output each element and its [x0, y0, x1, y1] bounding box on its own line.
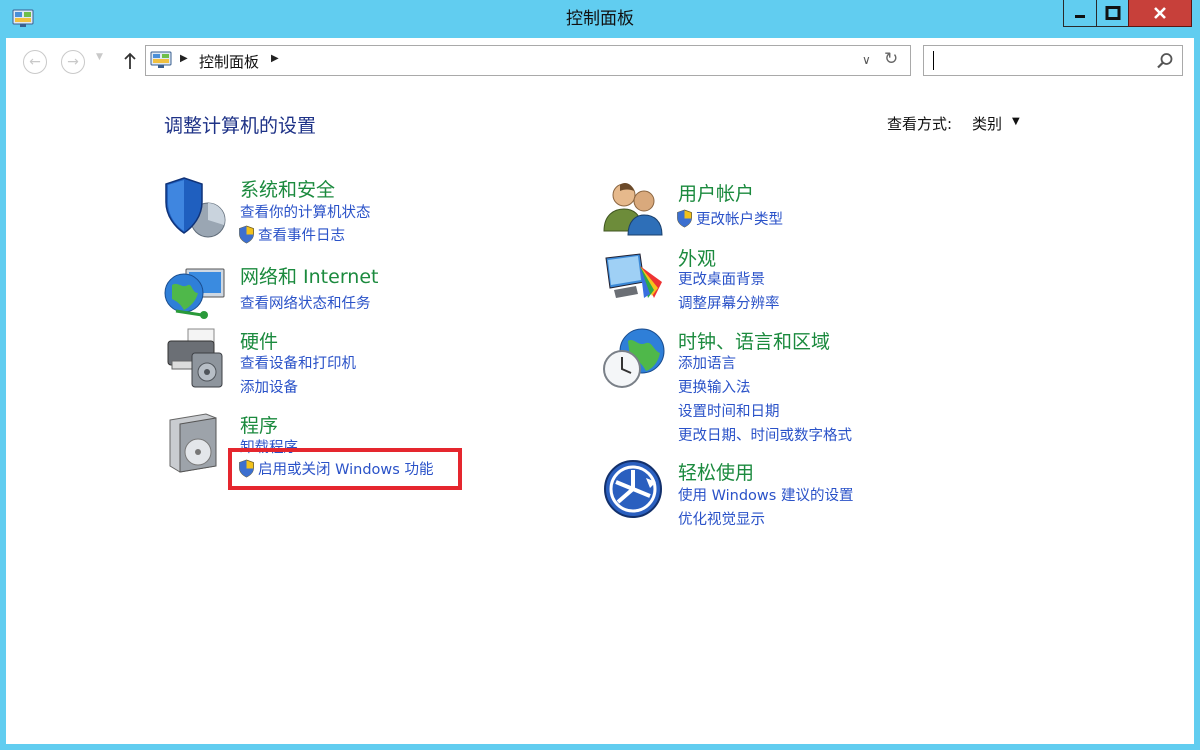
minimize-button[interactable]	[1063, 0, 1096, 27]
address-bar[interactable]: ▶ 控制面板 ▶ ∨ ↻	[145, 45, 911, 76]
navigation-bar: ← → ▼ ▶ 控制面板 ▶ ∨ ↻	[6, 38, 1194, 84]
link-uninstall-program[interactable]: 卸载程序	[240, 436, 298, 457]
uac-shield-icon	[239, 225, 254, 244]
link-optimize-visual-display[interactable]: 优化视觉显示	[678, 508, 765, 529]
link-view-event-logs[interactable]: 查看事件日志	[238, 224, 345, 245]
hardware-printer-icon[interactable]	[162, 327, 230, 389]
network-globe-icon[interactable]	[162, 263, 230, 323]
maximize-button[interactable]	[1096, 0, 1128, 27]
up-arrow-icon	[124, 52, 136, 69]
forward-arrow-icon: →	[67, 54, 79, 70]
title-bar[interactable]: 控制面板	[0, 0, 1200, 38]
breadcrumb-expand-icon[interactable]: ▶	[271, 53, 279, 64]
window-bottom-border	[0, 744, 1200, 750]
close-icon	[1154, 7, 1166, 19]
link-label: 更改桌面背景	[678, 272, 765, 288]
back-button[interactable]: ←	[23, 50, 47, 74]
category-title-network-internet[interactable]: 网络和 Internet	[240, 262, 378, 289]
category-title-ease-of-access[interactable]: 轻松使用	[678, 458, 754, 485]
view-by-label: 查看方式:	[887, 115, 953, 133]
search-input[interactable]	[936, 49, 1136, 72]
minimize-icon	[1075, 15, 1085, 18]
link-turn-windows-features-on-off[interactable]: 启用或关闭 Windows 功能	[238, 458, 433, 479]
link-label: 查看设备和打印机	[240, 356, 356, 372]
system-security-shield-icon[interactable]	[162, 175, 230, 239]
category-title-clock-language-region[interactable]: 时钟、语言和区域	[678, 327, 830, 354]
view-by-dropdown-icon[interactable]: ▼	[1012, 116, 1020, 127]
recent-locations-dropdown[interactable]: ▼	[96, 52, 103, 62]
control-panel-location-icon	[150, 51, 172, 68]
search-box[interactable]	[923, 45, 1183, 76]
link-label: 优化视觉显示	[678, 512, 765, 528]
window-controls	[1063, 0, 1192, 28]
window-title: 控制面板	[566, 9, 634, 29]
category-title-programs[interactable]: 程序	[240, 411, 278, 438]
page-title: 调整计算机的设置	[164, 115, 317, 137]
uac-shield-icon	[239, 459, 254, 478]
link-change-input-method[interactable]: 更换输入法	[678, 376, 751, 397]
category-title-appearance[interactable]: 外观	[678, 244, 716, 271]
clock-globe-icon[interactable]	[602, 327, 668, 391]
link-change-account-type[interactable]: 更改帐户类型	[676, 208, 783, 229]
link-label: 使用 Windows 建议的设置	[678, 488, 854, 504]
link-label: 更换输入法	[678, 380, 751, 396]
link-label: 查看网络状态和任务	[240, 296, 371, 312]
link-label: 添加设备	[240, 380, 298, 396]
link-view-computer-status[interactable]: 查看你的计算机状态	[240, 201, 371, 222]
link-set-time-date[interactable]: 设置时间和日期	[678, 400, 780, 421]
link-label: 查看事件日志	[258, 228, 345, 244]
uac-shield-icon	[677, 209, 692, 228]
link-change-desktop-background[interactable]: 更改桌面背景	[678, 268, 765, 289]
link-change-date-time-number-formats[interactable]: 更改日期、时间或数字格式	[678, 424, 852, 445]
user-accounts-people-icon[interactable]	[602, 179, 666, 237]
link-label: 启用或关闭 Windows 功能	[258, 462, 434, 478]
ease-of-access-icon[interactable]	[602, 458, 664, 520]
link-add-language[interactable]: 添加语言	[678, 352, 736, 373]
programs-box-icon[interactable]	[162, 412, 222, 474]
link-view-network-status[interactable]: 查看网络状态和任务	[240, 292, 371, 313]
category-title-system-security[interactable]: 系统和安全	[240, 175, 335, 202]
category-title-hardware[interactable]: 硬件	[240, 327, 278, 354]
link-label: 调整屏幕分辨率	[678, 296, 780, 312]
close-button[interactable]	[1128, 0, 1192, 27]
link-adjust-screen-resolution[interactable]: 调整屏幕分辨率	[678, 292, 780, 313]
text-caret	[933, 51, 934, 70]
control-panel-window: 控制面板 ← → ▼ ▶ 控制面板 ▶ ∨ ↻ 调整计算机的设置 查看方式: 类…	[0, 0, 1200, 750]
breadcrumb-control-panel[interactable]: 控制面板	[199, 51, 259, 72]
link-label: 更改帐户类型	[696, 212, 783, 228]
view-by-value[interactable]: 类别	[972, 113, 1002, 134]
forward-button[interactable]: →	[61, 50, 85, 74]
category-title-user-accounts[interactable]: 用户帐户	[678, 179, 754, 206]
link-view-devices-printers[interactable]: 查看设备和打印机	[240, 352, 356, 373]
link-label: 查看你的计算机状态	[240, 205, 371, 221]
appearance-display-icon[interactable]	[602, 252, 666, 304]
up-button[interactable]	[120, 48, 140, 74]
back-arrow-icon: ←	[29, 54, 41, 70]
link-use-windows-recommended-settings[interactable]: 使用 Windows 建议的设置	[678, 484, 853, 505]
client-area: ← → ▼ ▶ 控制面板 ▶ ∨ ↻ 调整计算机的设置 查看方式: 类别 ▼ 系…	[6, 38, 1194, 744]
breadcrumb-separator-icon[interactable]: ▶	[180, 53, 188, 64]
link-label: 设置时间和日期	[678, 404, 780, 420]
refresh-icon[interactable]: ↻	[884, 49, 898, 69]
link-add-device[interactable]: 添加设备	[240, 376, 298, 397]
address-history-dropdown-icon[interactable]: ∨	[862, 53, 871, 67]
search-icon[interactable]	[1156, 52, 1174, 70]
link-label: 更改日期、时间或数字格式	[678, 428, 852, 444]
link-label: 卸载程序	[240, 440, 298, 456]
maximize-icon	[1105, 6, 1120, 20]
link-label: 添加语言	[678, 356, 736, 372]
